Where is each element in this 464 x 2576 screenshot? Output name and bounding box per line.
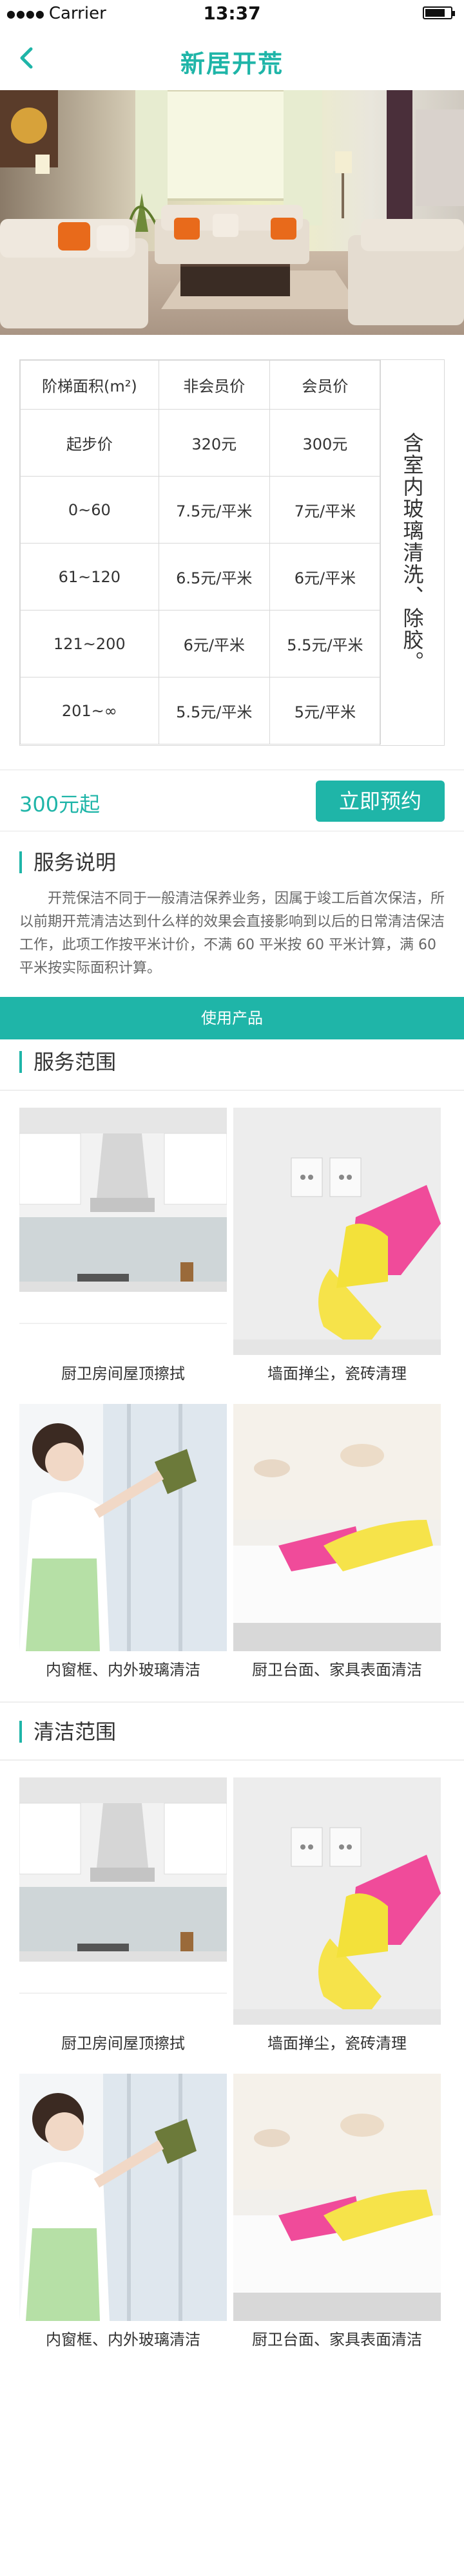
- counter-photo: [233, 1404, 441, 1651]
- cell-nonmember: 6元/平米: [158, 610, 270, 677]
- scope-item-counter[interactable]: 厨卫台面、家具表面清洁: [233, 1404, 441, 1689]
- table-row: 121~200 6元/平米 5.5元/平米: [20, 610, 382, 677]
- side-note: 含室内玻璃清洗、除胶。: [380, 360, 444, 745]
- cell-member: 7元/平米: [269, 476, 382, 544]
- service-desc-title: 服务说明: [19, 851, 116, 873]
- battery-icon: [423, 6, 455, 19]
- table-row: 0~60 7.5元/平米 7元/平米: [20, 476, 382, 544]
- cell-member: 5元/平米: [269, 677, 382, 744]
- window-photo: [19, 2074, 227, 2321]
- hero-image: [0, 90, 464, 335]
- book-now-button[interactable]: 立即预约: [316, 781, 445, 822]
- scope-caption: 厨卫台面、家具表面清洁: [252, 1661, 422, 1679]
- scope-caption: 厨卫房间屋顶擦拭: [61, 1365, 185, 1383]
- cell-nonmember: 5.5元/平米: [158, 677, 270, 744]
- scope-caption: 墙面掸尘，瓷砖清理: [267, 1365, 407, 1383]
- scope-item-wall[interactable]: 墙面掸尘，瓷砖清理: [233, 1108, 441, 1392]
- scope-item-window[interactable]: 内窗框、内外玻璃清洁: [19, 1404, 227, 1689]
- price-table-block: 阶梯面积(m²) 非会员价 会员价 起步价 320元 300元 0~60 7.5…: [19, 359, 445, 746]
- side-note-text: 含室内玻璃清洗、除胶。: [400, 432, 425, 673]
- clean-caption: 内窗框、内外玻璃清洁: [46, 2331, 200, 2349]
- price-from: 300元起: [19, 792, 101, 817]
- cell-member: 5.5元/平米: [269, 610, 382, 677]
- clean-item-window[interactable]: 内窗框、内外玻璃清洁: [19, 2074, 227, 2358]
- cell-nonmember: 6.5元/平米: [158, 543, 270, 611]
- counter-photo: [233, 2074, 441, 2321]
- cell-nonmember: 320元: [158, 409, 270, 477]
- cell-area: 起步价: [20, 409, 159, 477]
- header-member: 会员价: [269, 360, 382, 410]
- table-row: 201~∞ 5.5元/平米 5元/平米: [20, 677, 382, 744]
- cell-nonmember: 7.5元/平米: [158, 476, 270, 544]
- cell-member: 300元: [269, 409, 382, 477]
- cell-area: 0~60: [20, 476, 159, 544]
- table-row: 61~120 6.5元/平米 6元/平米: [20, 543, 382, 611]
- header-area: 阶梯面积(m²): [20, 360, 159, 410]
- divider: [0, 1759, 464, 1761]
- status-bar: ●●●● Carrier 13:37: [0, 0, 464, 26]
- window-photo: [19, 1404, 227, 1651]
- clean-caption: 厨卫台面、家具表面清洁: [252, 2331, 422, 2349]
- kitchen-photo: [19, 1108, 227, 1355]
- booking-row: 300元起 立即预约: [0, 770, 464, 831]
- table-row: 起步价 320元 300元: [20, 409, 382, 477]
- clean-scope-title: 清洁范围: [19, 1721, 116, 1743]
- scope-item-kitchen[interactable]: 厨卫房间屋顶擦拭: [19, 1108, 227, 1392]
- cell-member: 6元/平米: [269, 543, 382, 611]
- scope-caption: 内窗框、内外玻璃清洁: [46, 1661, 200, 1679]
- product-bar[interactable]: 使用产品: [0, 997, 464, 1039]
- divider: [0, 1090, 464, 1091]
- clean-caption: 墙面掸尘，瓷砖清理: [267, 2034, 407, 2052]
- wall-photo: [233, 1777, 441, 2025]
- header-nonmember: 非会员价: [158, 360, 270, 410]
- status-time: 13:37: [203, 3, 261, 24]
- clean-item-counter[interactable]: 厨卫台面、家具表面清洁: [233, 2074, 441, 2358]
- clean-caption: 厨卫房间屋顶擦拭: [61, 2034, 185, 2052]
- clean-item-kitchen[interactable]: 厨卫房间屋顶擦拭: [19, 1777, 227, 2062]
- service-desc-text: 开荒保洁不同于一般清洁保养业务，因属于竣工后首次保洁，所以前期开荒清洁达到什么样…: [19, 891, 445, 976]
- kitchen-photo: [19, 1777, 227, 2025]
- nav-bar: 新居开荒: [0, 26, 464, 90]
- service-scope-title: 服务范围: [19, 1051, 116, 1073]
- cell-area: 201~∞: [20, 677, 159, 744]
- divider: [0, 1701, 464, 1703]
- page-title: 新居开荒: [180, 50, 284, 78]
- price-table: 阶梯面积(m²) 非会员价 会员价 起步价 320元 300元 0~60 7.5…: [20, 360, 382, 744]
- price-table-header: 阶梯面积(m²) 非会员价 会员价: [20, 360, 382, 410]
- clean-item-wall[interactable]: 墙面掸尘，瓷砖清理: [233, 1777, 441, 2062]
- wall-photo: [233, 1108, 441, 1355]
- cell-area: 61~120: [20, 543, 159, 611]
- cell-area: 121~200: [20, 610, 159, 677]
